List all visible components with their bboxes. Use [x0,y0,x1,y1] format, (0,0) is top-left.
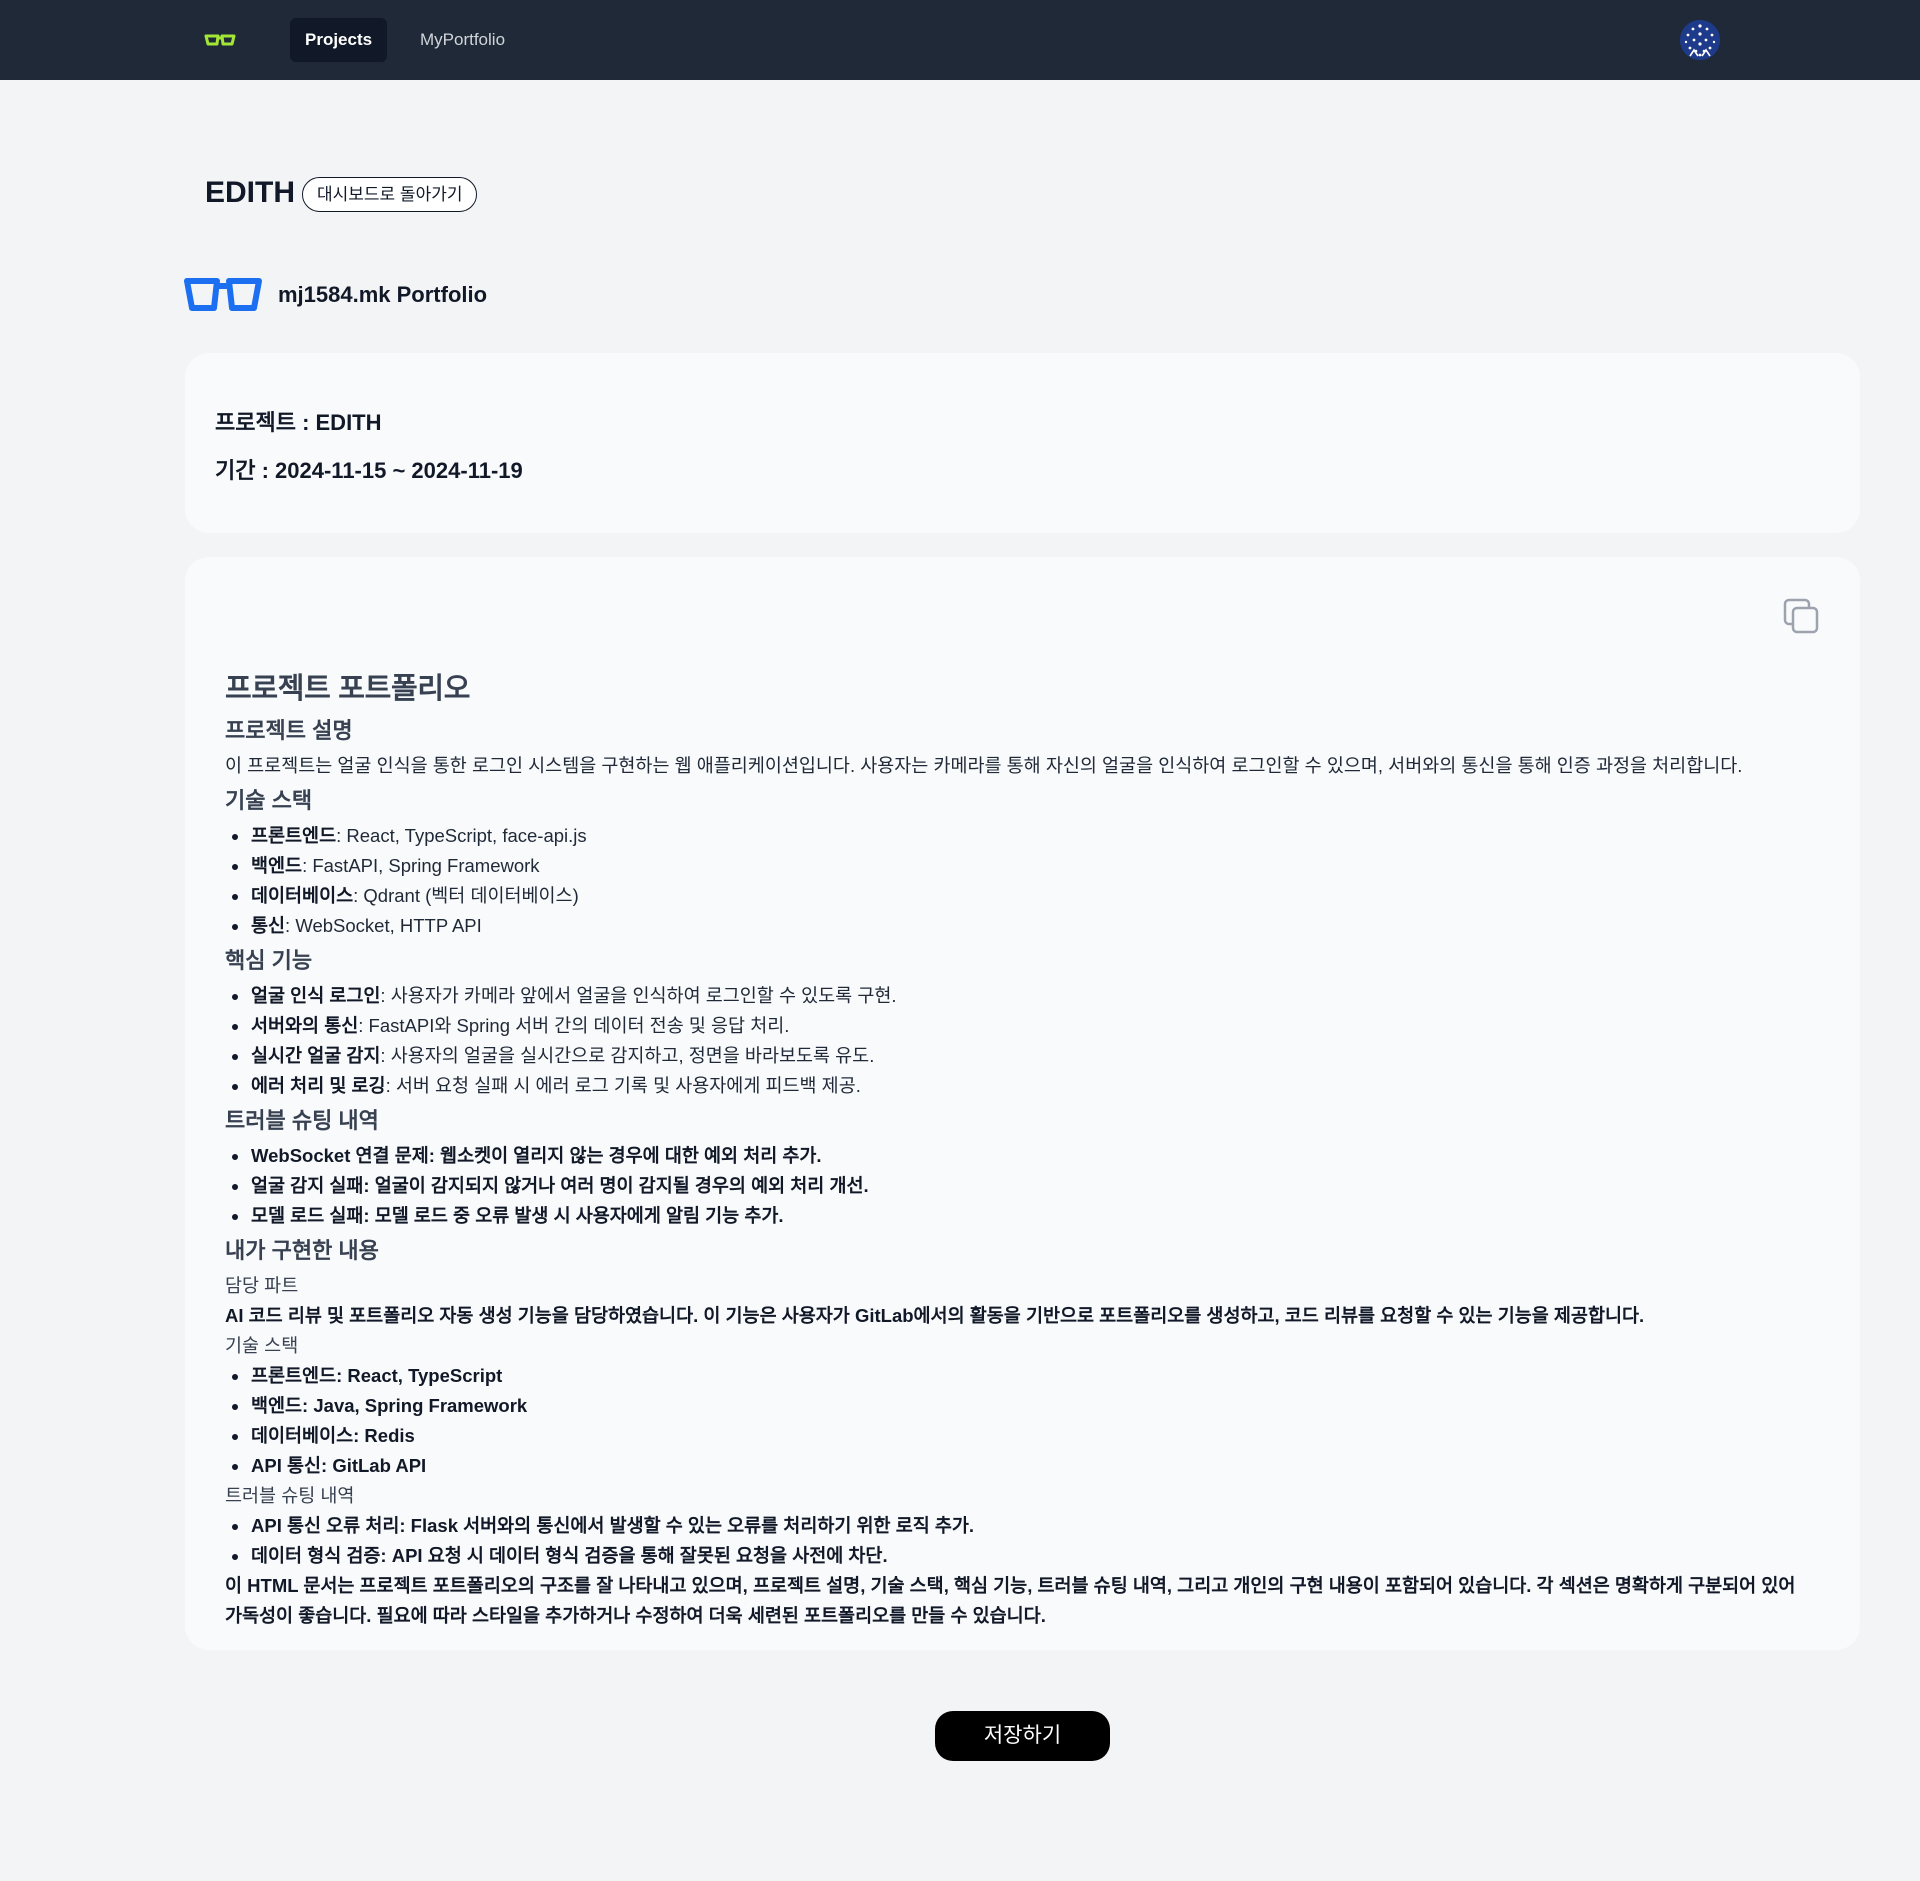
my-trouble-list: API 통신 오류 처리: Flask 서버와의 통신에서 발생할 수 있는 오… [225,1511,1805,1571]
features-heading: 핵심 기능 [225,948,313,973]
part-text: AI 코드 리뷰 및 포트폴리오 자동 생성 기능을 담당하였습니다. 이 기능… [225,1305,1645,1326]
troubleshooting-list: WebSocket 연결 문제: 웹소켓이 열리지 않는 경우에 대한 예외 처… [225,1141,1805,1231]
portfolio-content: 프로젝트 포트폴리오 프로젝트 설명 이 프로젝트는 얼굴 인식을 통한 로그인… [225,665,1805,1626]
part-label: 담당 파트 [225,1275,299,1296]
project-name: 프로젝트 : EDITH [215,410,382,435]
back-to-dashboard-button[interactable]: 대시보드로 돌아가기 [302,177,478,212]
my-trouble-label: 트러블 슈팅 내역 [225,1485,355,1506]
list-item: 백엔드: FastAPI, Spring Framework [229,851,1805,881]
description-heading: 프로젝트 설명 [225,718,353,743]
portfolio-name: mj1584.mk Portfolio [278,282,488,307]
description-text: 이 프로젝트는 얼굴 인식을 통한 로그인 시스템을 구현하는 웹 애플리케이션… [225,755,1743,776]
features-list: 얼굴 인식 로그인: 사용자가 카메라 앞에서 얼굴을 인식하여 로그인할 수 … [225,981,1805,1101]
list-item: API 통신 오류 처리: Flask 서버와의 통신에서 발생할 수 있는 오… [229,1511,1805,1541]
list-item: 프론트엔드: React, TypeScript [229,1361,1805,1391]
stack-list: 프론트엔드: React, TypeScript, face-api.js 백엔… [225,821,1805,941]
glasses-icon[interactable] [204,32,236,48]
stack-heading: 기술 스택 [225,788,313,813]
portfolio-title: 프로젝트 포트폴리오 [225,673,471,705]
portfolio-card: 프로젝트 포트폴리오 프로젝트 설명 이 프로젝트는 얼굴 인식을 통한 로그인… [185,557,1860,1650]
project-info-card: 프로젝트 : EDITH 기간 : 2024-11-15 ~ 2024-11-1… [185,353,1860,533]
copy-icon[interactable] [1782,597,1820,635]
glasses-icon [184,278,262,311]
list-item: 얼굴 감지 실패: 얼굴이 감지되지 않거나 여러 명이 감지될 경우의 예외 … [229,1171,1805,1201]
list-item: 백엔드: Java, Spring Framework [229,1391,1805,1421]
save-button[interactable]: 저장하기 [935,1711,1110,1761]
list-item: 실시간 얼굴 감지: 사용자의 얼굴을 실시간으로 감지하고, 정면을 바라보도… [229,1041,1805,1071]
avatar-pattern-icon [1680,20,1720,60]
top-navbar: Projects MyPortfolio [0,0,1920,80]
tab-myportfolio[interactable]: MyPortfolio [405,18,520,62]
closing-text: 이 HTML 문서는 프로젝트 포트폴리오의 구조를 잘 나타내고 있으며, 프… [225,1575,1796,1626]
list-item: WebSocket 연결 문제: 웹소켓이 열리지 않는 경우에 대한 예외 처… [229,1141,1805,1171]
list-item: 프론트엔드: React, TypeScript, face-api.js [229,821,1805,851]
avatar[interactable] [1680,20,1720,60]
my-stack-label: 기술 스택 [225,1335,299,1356]
page-title: EDITH [205,176,295,209]
list-item: 데이터 형식 검증: API 요청 시 데이터 형식 검증을 통해 잘못된 요청… [229,1541,1805,1571]
list-item: 얼굴 인식 로그인: 사용자가 카메라 앞에서 얼굴을 인식하여 로그인할 수 … [229,981,1805,1011]
list-item: 서버와의 통신: FastAPI와 Spring 서버 간의 데이터 전송 및 … [229,1011,1805,1041]
list-item: 에러 처리 및 로깅: 서버 요청 실패 시 에러 로그 기록 및 사용자에게 … [229,1071,1805,1101]
troubleshooting-heading: 트러블 슈팅 내역 [225,1108,379,1133]
my-stack-list: 프론트엔드: React, TypeScript 백엔드: Java, Spri… [225,1361,1805,1481]
tab-projects[interactable]: Projects [290,18,388,62]
list-item: 데이터베이스: Redis [229,1421,1805,1451]
project-period: 기간 : 2024-11-15 ~ 2024-11-19 [215,458,523,483]
my-work-heading: 내가 구현한 내용 [225,1238,379,1263]
list-item: API 통신: GitLab API [229,1451,1805,1481]
list-item: 데이터베이스: Qdrant (벡터 데이터베이스) [229,881,1805,911]
list-item: 모델 로드 실패: 모델 로드 중 오류 발생 시 사용자에게 알림 기능 추가… [229,1201,1805,1231]
list-item: 통신: WebSocket, HTTP API [229,911,1805,941]
